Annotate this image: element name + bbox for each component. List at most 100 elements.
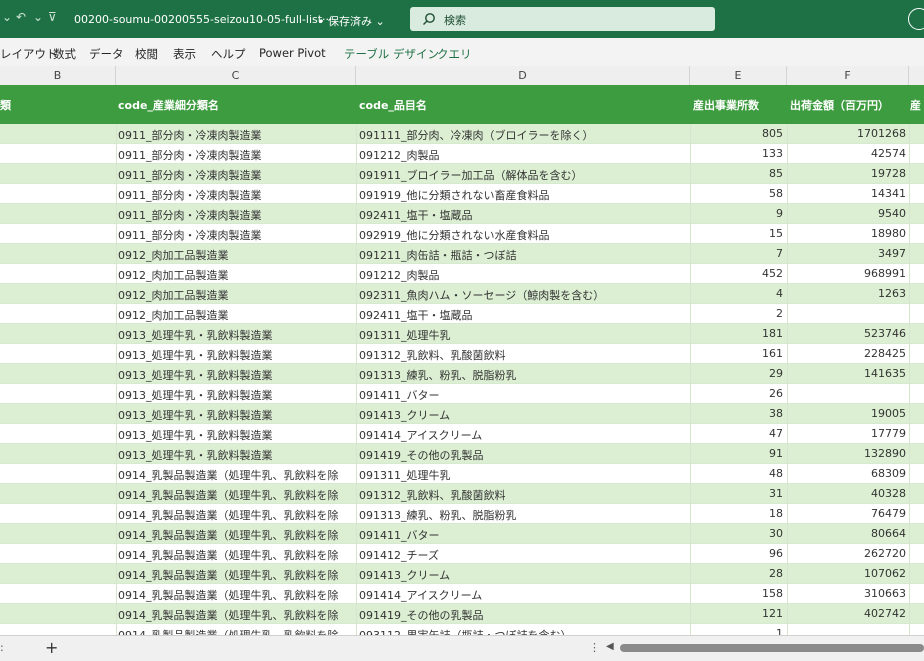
cell-industry-name[interactable]: 0913_処理牛乳・乳飲料製造業 [118,407,354,423]
cell-industry-name[interactable]: 0912_肉加工品製造業 [118,287,354,303]
cell-item-name[interactable]: 091312_乳飲料、乳酸菌飲料 [359,347,687,363]
cell-establishments[interactable]: 28 [690,567,783,580]
cell-establishments[interactable]: 1 [690,627,783,635]
cell-shipment-value[interactable]: 1701268 [787,127,906,140]
cell-item-name[interactable]: 091414_アイスクリーム [359,587,687,603]
cell-item-name[interactable]: 092311_魚肉ハム・ソーセージ（鯨肉製を含む） [359,287,687,303]
tab-query[interactable]: クエリ [437,46,472,62]
tab-data[interactable]: データ [89,46,124,62]
cell-shipment-value[interactable]: 1263 [787,287,906,300]
tab-table-design[interactable]: テーブル デザイン [344,46,439,62]
table-row[interactable]: 0912_肉加工品製造業 091212_肉製品 452 968991 [0,264,924,284]
cell-establishments[interactable]: 29 [690,367,783,380]
cell-item-name[interactable]: 091413_クリーム [359,407,687,423]
table-row[interactable]: 0914_乳製品製造業（処理牛乳、乳飲料を除 091311_処理牛乳 48 68309 [0,464,924,484]
cell-shipment-value[interactable]: 19728 [787,167,906,180]
table-row[interactable]: 0911_部分肉・冷凍肉製造業 091111_部分肉、冷凍肉（ブロイラーを除く） 8… [0,124,924,144]
save-status[interactable]: • 保存済み ⌄ [318,13,385,29]
cell-industry-name[interactable]: 0914_乳製品製造業（処理牛乳、乳飲料を除 [118,507,354,523]
cell-industry-name[interactable]: 0914_乳製品製造業（処理牛乳、乳飲料を除 [118,587,354,603]
cell-industry-name[interactable]: 0914_乳製品製造業（処理牛乳、乳飲料を除 [118,467,354,483]
cell-establishments[interactable]: 85 [690,167,783,180]
cell-shipment-value[interactable]: 262720 [787,547,906,560]
table-row[interactable]: 0914_乳製品製造業（処理牛乳、乳飲料を除 091412_チーズ 96 262720 [0,544,924,564]
cell-item-name[interactable]: 091412_チーズ [359,547,687,563]
cell-establishments[interactable]: 181 [690,327,783,340]
cell-shipment-value[interactable]: 107062 [787,567,906,580]
cell-industry-name[interactable]: 0913_処理牛乳・乳飲料製造業 [118,327,354,343]
cell-shipment-value[interactable]: 14341 [787,187,906,200]
cell-shipment-value[interactable]: 18980 [787,227,906,240]
avatar[interactable] [908,8,924,30]
cell-item-name[interactable]: 091419_その他の乳製品 [359,607,687,623]
cell-item-name[interactable]: 092411_塩干・塩蔵品 [359,207,687,223]
table-row[interactable]: 0911_部分肉・冷凍肉製造業 092411_塩干・塩蔵品 9 9540 [0,204,924,224]
customize-toolbar-icon[interactable]: ⊽ [48,10,57,24]
cell-establishments[interactable]: 158 [690,587,783,600]
cell-item-name[interactable]: 091414_アイスクリーム [359,427,687,443]
cell-item-name[interactable]: 091311_処理牛乳 [359,467,687,483]
cell-industry-name[interactable]: 0911_部分肉・冷凍肉製造業 [118,167,354,183]
cell-establishments[interactable]: 48 [690,467,783,480]
table-row[interactable]: 0913_処理牛乳・乳飲料製造業 091312_乳飲料、乳酸菌飲料 161 22842… [0,344,924,364]
tab-power-pivot[interactable]: Power Pivot [259,46,326,60]
table-row[interactable]: 0912_肉加工品製造業 091211_肉缶詰・瓶詰・つぼ詰 7 3497 [0,244,924,264]
cell-item-name[interactable]: 091111_部分肉、冷凍肉（ブロイラーを除く） [359,127,687,143]
cell-shipment-value[interactable]: 523746 [787,327,906,340]
cell-establishments[interactable]: 58 [690,187,783,200]
cell-item-name[interactable]: 091411_バター [359,387,687,403]
cell-item-name[interactable]: 091419_その他の乳製品 [359,447,687,463]
cell-item-name[interactable]: 091313_練乳、粉乳、脱脂粉乳 [359,367,687,383]
search-box[interactable]: 検索 [410,7,715,31]
table-row[interactable]: 0914_乳製品製造業（処理牛乳、乳飲料を除 091312_乳飲料、乳酸菌飲料 31… [0,484,924,504]
cell-establishments[interactable]: 38 [690,407,783,420]
cell-industry-name[interactable]: 0913_処理牛乳・乳飲料製造業 [118,347,354,363]
cell-establishments[interactable]: 30 [690,527,783,540]
table-row[interactable]: 0911_部分肉・冷凍肉製造業 091919_他に分類されない畜産食料品 58 143… [0,184,924,204]
cell-item-name[interactable]: 091212_肉製品 [359,267,687,283]
cell-industry-name[interactable]: 0912_肉加工品製造業 [118,267,354,283]
cell-industry-name[interactable]: 0911_部分肉・冷凍肉製造業 [118,147,354,163]
table-row[interactable]: 0914_乳製品製造業（処理牛乳、乳飲料を除 091413_クリーム 28 10706… [0,564,924,584]
tab-help[interactable]: ヘルプ [211,46,246,62]
cell-industry-name[interactable]: 0913_処理牛乳・乳飲料製造業 [118,367,354,383]
redo-dropdown[interactable]: ⌄ [33,10,43,24]
table-row[interactable]: 0911_部分肉・冷凍肉製造業 091212_肉製品 133 42574 [0,144,924,164]
cell-shipment-value[interactable]: 9540 [787,207,906,220]
table-row[interactable]: 0913_処理牛乳・乳飲料製造業 091413_クリーム 38 19005 [0,404,924,424]
table-row[interactable]: 0913_処理牛乳・乳飲料製造業 091419_その他の乳製品 91 132890 [0,444,924,464]
header-establishments[interactable]: 産出事業所数 [693,97,759,113]
cell-industry-name[interactable]: 0914_乳製品製造業（処理牛乳、乳飲料を除 [118,627,354,635]
cell-item-name[interactable]: 091911_ブロイラー加工品（解体品を含む） [359,167,687,183]
more-options-icon[interactable]: ⋮ [589,641,600,654]
cell-establishments[interactable]: 452 [690,267,783,280]
cell-industry-name[interactable]: 0914_乳製品製造業（処理牛乳、乳飲料を除 [118,487,354,503]
quick-access-dropdown[interactable]: ⌄ [2,10,12,24]
header-item-name[interactable]: code_品目名 [359,97,427,113]
redo-icon[interactable]: ↶ [16,10,26,24]
cell-shipment-value[interactable]: 228425 [787,347,906,360]
table-row[interactable]: 0913_処理牛乳・乳飲料製造業 091414_アイスクリーム 47 17779 [0,424,924,444]
column-header-e[interactable]: E [690,66,787,85]
cell-shipment-value[interactable]: 19005 [787,407,906,420]
table-row[interactable]: 0914_乳製品製造業（処理牛乳、乳飲料を除 091313_練乳、粉乳、脱脂粉乳 1… [0,504,924,524]
cell-establishments[interactable]: 4 [690,287,783,300]
table-row[interactable]: 0911_部分肉・冷凍肉製造業 091911_ブロイラー加工品（解体品を含む） 85… [0,164,924,184]
cell-establishments[interactable]: 15 [690,227,783,240]
cell-shipment-value[interactable]: 141635 [787,367,906,380]
cell-industry-name[interactable]: 0911_部分肉・冷凍肉製造業 [118,207,354,223]
table-row[interactable]: 0914_乳製品製造業（処理牛乳、乳飲料を除 091411_バター 30 80664 [0,524,924,544]
table-row[interactable]: 0912_肉加工品製造業 092311_魚肉ハム・ソーセージ（鯨肉製を含む） 4 12… [0,284,924,304]
cell-establishments[interactable]: 9 [690,207,783,220]
header-shipment-value[interactable]: 出荷金額（百万円） [790,97,889,113]
cell-establishments[interactable]: 47 [690,427,783,440]
cell-establishments[interactable]: 7 [690,247,783,260]
cell-shipment-value[interactable]: 3497 [787,247,906,260]
cell-industry-name[interactable]: 0912_肉加工品製造業 [118,247,354,263]
header-next-column[interactable]: 産 [910,97,921,113]
cell-item-name[interactable]: 092919_他に分類されない水産食料品 [359,227,687,243]
tab-page-layout[interactable]: レイアウト [0,46,58,62]
cell-shipment-value[interactable]: 132890 [787,447,906,460]
sheet-nav[interactable]: : [0,641,4,654]
cell-item-name[interactable]: 091413_クリーム [359,567,687,583]
